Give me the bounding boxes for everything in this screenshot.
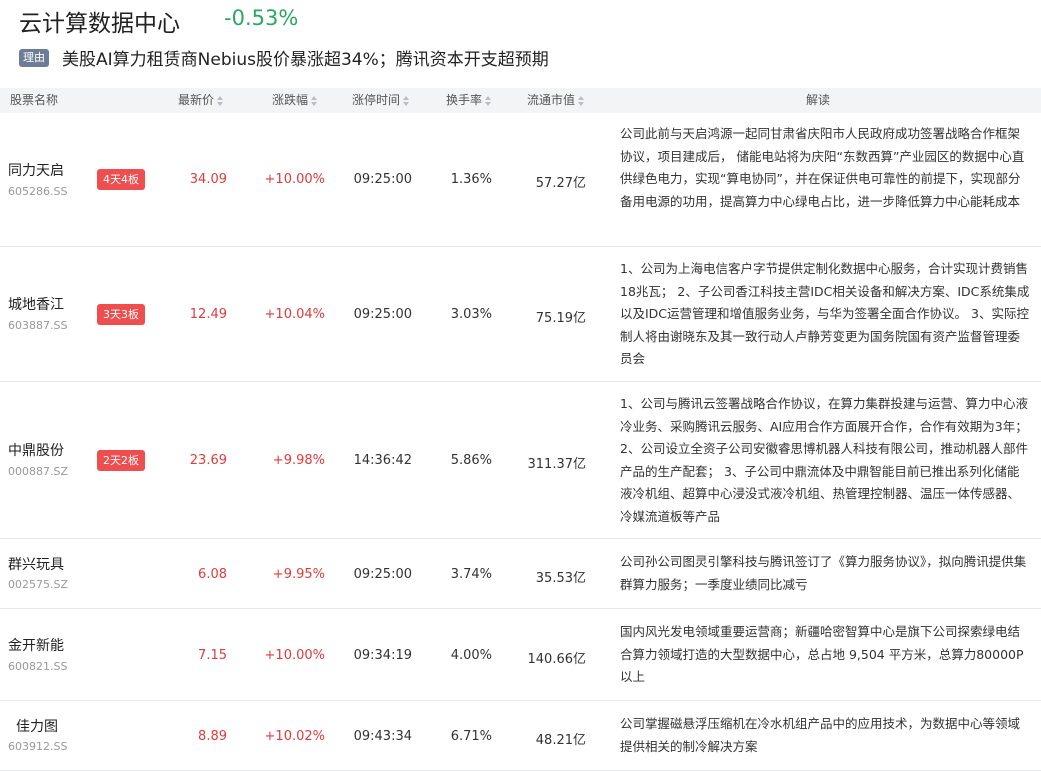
sort-icon[interactable] [216,95,224,107]
sort-icon[interactable] [402,95,410,107]
page-title: 云计算数据中心 [19,11,180,37]
column-header-market-cap[interactable]: 流通市值 [527,88,585,113]
stock-description: 1、公司与腾讯云签署战略合作协议，在算力集群投建与运营、算力中心液冷业务、采购腾… [620,396,1028,524]
market-cap: 35.53亿 [535,571,586,586]
turnover-rate: 1.36% [450,172,492,187]
stock-name[interactable]: 金开新能 [8,635,64,655]
column-header-limit-time[interactable]: 涨停时间 [352,88,410,113]
stock-code: 600821.SS [8,660,68,673]
market-cap: 75.19亿 [535,311,586,326]
change-pct: +10.02% [264,729,325,744]
column-header-name: 股票名称 [10,93,59,107]
column-header-pct[interactable]: 涨跌幅 [272,88,318,113]
stock-code: 605286.SS [8,185,68,198]
change-pct: +9.95% [272,567,325,582]
sort-icon[interactable] [484,95,492,107]
page-header: 云计算数据中心 -0.53% 理由 美股AI算力租赁商Nebius股价暴涨超34… [0,0,1041,88]
column-header-price[interactable]: 最新价 [178,88,224,113]
latest-price: 12.49 [189,307,227,322]
turnover-rate: 3.03% [450,307,492,322]
stock-description: 公司掌握磁悬浮压缩机在冷水机组产品中的应用技术，为数据中心等领域提供相关的制冷解… [620,716,1021,754]
market-cap: 57.27亿 [535,176,586,191]
change-pct: +9.98% [272,453,325,468]
table-row[interactable]: 群兴玩具 002575.SZ 6.08 +9.95% 09:25:00 3.74… [0,539,1041,609]
limit-up-time: 09:43:34 [353,729,412,744]
stock-name[interactable]: 城地香江 [8,294,64,314]
table-row[interactable]: 佳力图 603912.SS 8.89 +10.02% 09:43:34 6.71… [0,701,1041,771]
market-cap: 48.21亿 [535,733,586,748]
market-cap: 140.66亿 [527,652,587,667]
reason-text: 美股AI算力租赁商Nebius股价暴涨超34%；腾讯资本开支超预期 [62,50,549,70]
limit-up-time: 09:34:19 [353,648,412,663]
sort-icon[interactable] [310,95,318,107]
table-header: 股票名称 最新价 涨跌幅 涨停时间 换手率 流通市值 解读 [0,88,1041,113]
stock-description: 国内风光发电领域重要运营商；新疆哈密智算中心是旗下公司探索绿电结合算力领域打造的… [620,624,1024,684]
column-header-market-cap-label: 流通市值 [527,93,576,107]
column-header-price-label: 最新价 [178,93,215,107]
sector-change: -0.53% [224,6,299,30]
stock-description: 1、公司为上海电信客户字节提供定制化数据中心服务，合计实现计费销售18兆瓦； 2… [620,261,1030,366]
table-row[interactable]: 城地香江 603887.SS 3天3板 12.49 +10.04% 09:25:… [0,247,1041,382]
stock-name[interactable]: 同力天启 [8,160,64,180]
latest-price: 6.08 [198,567,227,582]
latest-price: 7.15 [198,648,227,663]
table-row[interactable]: 同力天启 605286.SS 4天4板 34.09 +10.00% 09:25:… [0,113,1041,247]
latest-price: 23.69 [189,453,227,468]
stock-name[interactable]: 佳力图 [16,716,58,736]
sort-icon[interactable] [577,95,585,107]
limit-up-time: 09:25:00 [353,307,412,322]
stock-name[interactable]: 中鼎股份 [8,440,64,460]
table-row[interactable]: 中鼎股份 000887.SZ 2天2板 23.69 +9.98% 14:36:4… [0,382,1041,539]
stock-code: 603912.SS [8,740,68,753]
turnover-rate: 5.86% [450,453,492,468]
stock-code: 603887.SS [8,319,68,332]
turnover-rate: 3.74% [450,567,492,582]
table-row[interactable]: 金开新能 600821.SS 7.15 +10.00% 09:34:19 4.0… [0,609,1041,701]
column-header-desc: 解读 [806,93,831,107]
market-cap: 311.37亿 [527,457,587,472]
column-header-turnover-label: 换手率 [446,93,483,107]
change-pct: +10.04% [264,307,325,322]
limit-up-time: 14:36:42 [353,453,412,468]
stock-code: 002575.SZ [8,578,69,591]
limit-up-time: 09:25:00 [353,172,412,187]
column-header-limit-time-label: 涨停时间 [352,93,401,107]
stock-description: 公司此前与天启鸿源一起同甘肃省庆阳市人民政府成功签署战略合作框架协议，项目建成后… [620,126,1025,209]
limit-up-tag: 2天2板 [97,450,145,471]
latest-price: 8.89 [198,729,227,744]
turnover-rate: 6.71% [450,729,492,744]
latest-price: 34.09 [189,172,227,187]
limit-up-time: 09:25:00 [353,567,412,582]
column-header-turnover[interactable]: 换手率 [446,88,492,113]
limit-up-tag: 3天3板 [97,304,145,325]
turnover-rate: 4.00% [450,648,492,663]
change-pct: +10.00% [264,172,325,187]
stock-code: 000887.SZ [8,465,69,478]
column-header-pct-label: 涨跌幅 [272,93,309,107]
limit-up-tag: 4天4板 [97,169,145,190]
stock-description: 公司孙公司图灵引擎科技与腾讯签订了《算力服务协议》，拟向腾讯提供集群算力服务；一… [620,554,1027,592]
stock-name[interactable]: 群兴玩具 [8,554,64,574]
reason-badge: 理由 [19,49,49,67]
change-pct: +10.00% [264,648,325,663]
